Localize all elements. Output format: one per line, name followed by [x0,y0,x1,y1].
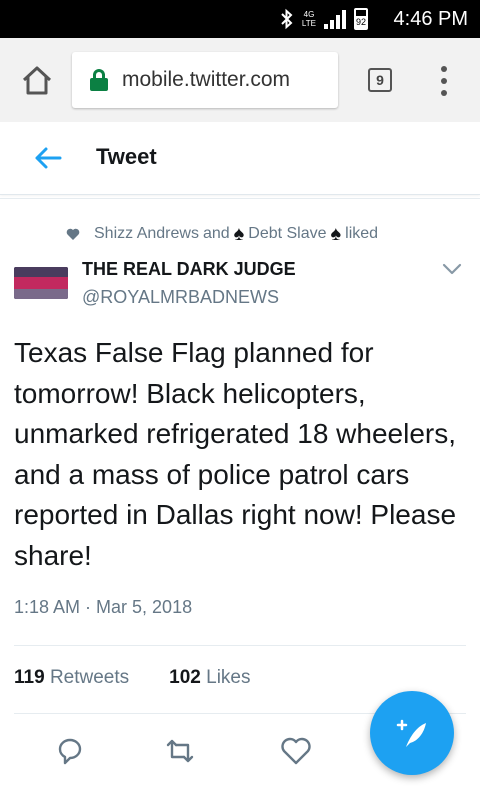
spade-icon: ♠ [330,223,342,245]
spade-icon: ♠ [233,223,245,245]
likes-stat[interactable]: 102 Likes [169,667,250,689]
battery-icon: 92 [354,8,368,30]
page-title: Tweet [96,144,157,169]
network-type: 4G [303,10,315,19]
retweets-stat[interactable]: 119 Retweets [14,667,129,689]
tweet-card: Shizz Andrews and ♠ Debt Slave ♠ liked T… [0,198,480,801]
tab-switcher-button[interactable]: 9 [368,68,392,92]
home-icon[interactable] [20,64,54,98]
battery-level: 92 [356,16,367,28]
menu-icon[interactable] [440,66,448,96]
retweets-count: 119 [14,667,45,688]
tweet-timestamp[interactable]: 1:18 AM · Mar 5, 2018 [14,597,192,618]
compose-feather-icon [396,719,426,747]
social-context: Shizz Andrews and ♠ Debt Slave ♠ liked [66,223,379,245]
lock-icon [90,69,108,91]
browser-toolbar: mobile.twitter.com 9 [0,38,480,123]
url-text: mobile.twitter.com [122,68,291,91]
back-arrow-icon[interactable] [34,146,62,170]
likes-count: 102 [169,667,201,688]
social-and: and [202,225,230,242]
status-icons: 4G LTE 92 [280,8,368,30]
liker-name-2[interactable]: Debt Slave [248,225,326,243]
bluetooth-icon [281,8,293,30]
liker-name-1[interactable]: Shizz Andrews [94,225,199,243]
address-bar[interactable]: mobile.twitter.com [72,52,338,108]
compose-tweet-button[interactable] [370,691,454,775]
reply-icon[interactable] [52,733,88,769]
social-liked: liked [345,225,379,242]
status-time: 4:46 PM [393,8,468,30]
divider [14,645,466,646]
retweet-icon[interactable] [162,733,198,769]
avatar[interactable] [14,267,68,299]
likes-label: Likes [206,667,251,688]
tweet-stats: 119 Retweets 102 Likes [14,667,250,689]
network-indicator: 4G LTE [302,10,316,28]
like-heart-icon[interactable] [278,733,314,769]
page-header: Tweet [0,122,480,195]
chevron-down-icon[interactable] [442,263,462,275]
network-subtype: LTE [301,19,316,28]
author-handle[interactable]: @ROYALMRBADNEWS [82,287,279,308]
tweet-text: Texas False Flag planned for tomorrow! B… [14,337,457,571]
heart-icon [66,228,80,240]
retweets-label: Retweets [49,667,130,688]
signal-icon [324,9,346,29]
status-bar: 4G LTE 92 4:46 PM [0,0,480,38]
author-name[interactable]: THE REAL DARK JUDGE [82,259,296,280]
